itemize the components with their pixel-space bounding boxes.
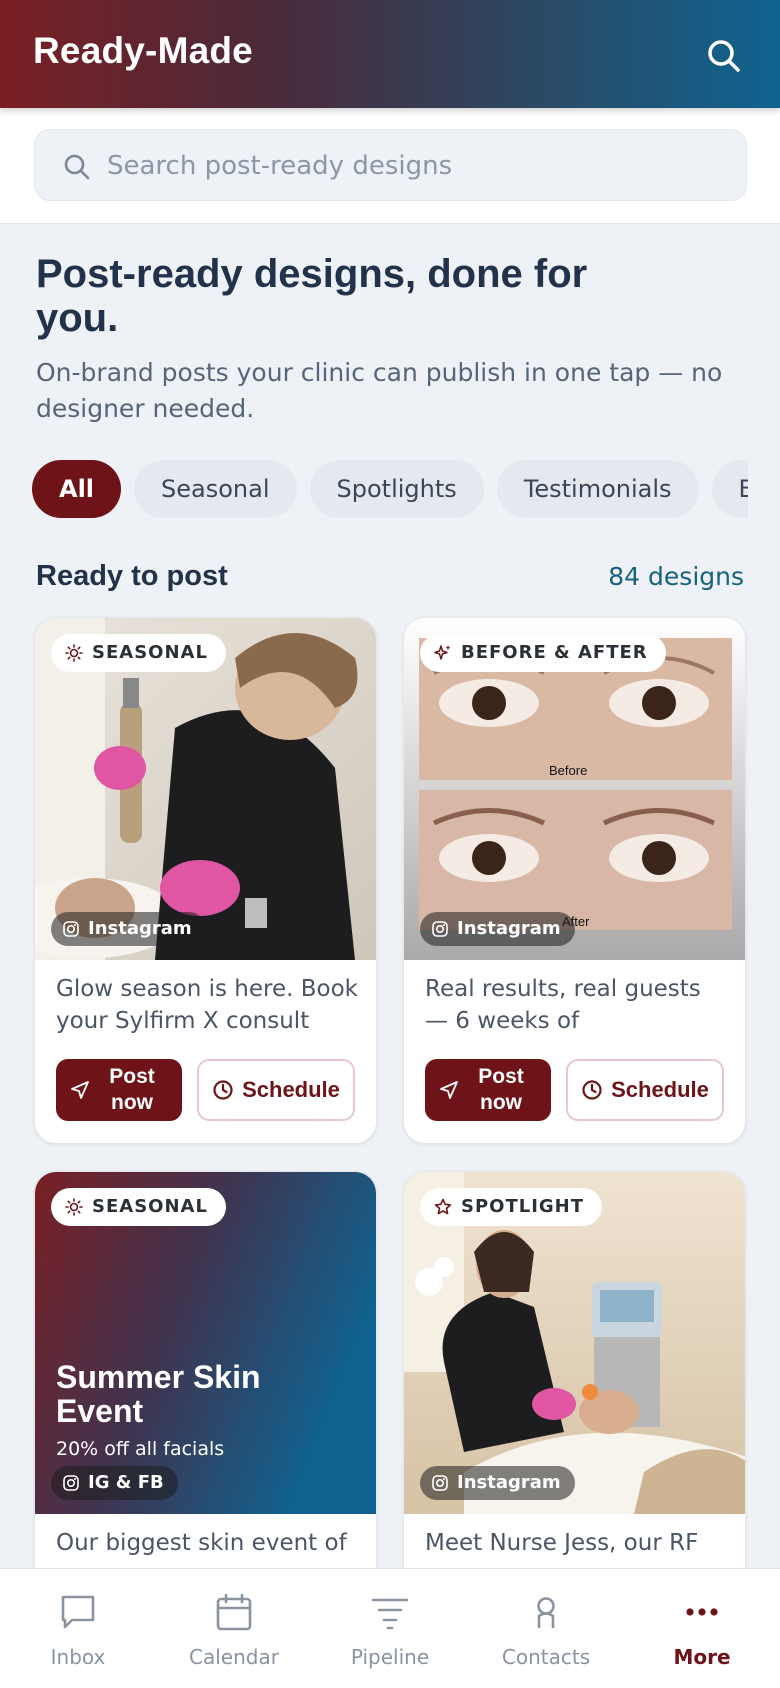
card-caption: Real results, real guests — 6 weeks of M… (425, 976, 701, 1034)
header-search-button[interactable] (704, 36, 744, 76)
app-title: Ready-Made (33, 30, 253, 71)
nav-label: Pipeline (350, 1645, 430, 1669)
send-icon (440, 1081, 458, 1099)
chip-spotlights[interactable]: Spotlights (309, 460, 484, 518)
category-badge: BEFORE & AFTER (420, 634, 666, 672)
card-image: SEASONAL Instagram (35, 618, 376, 960)
card-caption: Our biggest skin event of (56, 1530, 347, 1556)
category-badge: SPOTLIGHT (420, 1188, 603, 1226)
star-icon (434, 1198, 452, 1215)
bottom-nav: Inbox Calendar Pipeline Contacts More (0, 1568, 780, 1688)
card-image: SPOTLIGHT Instagram (404, 1172, 745, 1514)
schedule-label: Schedule (242, 1077, 340, 1102)
sun-icon (65, 644, 83, 662)
promo-subtitle: 20% off all facials (56, 1438, 225, 1460)
filter-icon (371, 1598, 409, 1630)
badge-label: SEASONAL (92, 642, 208, 663)
badge-label: SEASONAL (92, 1196, 208, 1217)
sun-icon (65, 1198, 83, 1216)
post-now-button[interactable]: Post now (425, 1059, 551, 1121)
design-card[interactable]: SEASONAL Instagram Glow season is here. … (34, 617, 377, 1144)
post-now-label: Post now (109, 1065, 155, 1114)
platform-label: Instagram (457, 1472, 561, 1493)
nav-inbox[interactable]: Inbox (0, 1569, 156, 1688)
nav-label: Inbox (50, 1645, 106, 1669)
search-input[interactable] (107, 142, 707, 190)
nav-more[interactable]: More (624, 1569, 780, 1688)
chip-testimonials[interactable]: Testimonials (496, 460, 699, 518)
search-icon (64, 154, 90, 180)
search-bar-container (0, 108, 780, 224)
more-icon (686, 1608, 718, 1616)
clock-icon (582, 1080, 602, 1100)
nav-pipeline[interactable]: Pipeline (312, 1569, 468, 1688)
badge-label: BEFORE & AFTER (461, 642, 648, 663)
page-subtitle: On-brand posts your clinic can publish i… (36, 358, 723, 423)
calendar-icon (216, 1593, 252, 1631)
platform-tag: IG & FB (51, 1466, 178, 1500)
instagram-icon (432, 1475, 448, 1491)
filter-chips: AllSeasonalSpotlightsTestimonialsBe (32, 460, 748, 518)
platform-tag: Instagram (420, 1466, 575, 1500)
platform-tag: Instagram (420, 912, 575, 946)
schedule-label: Schedule (611, 1077, 709, 1102)
design-card[interactable]: SEASONAL Summer Skin Event 20% off all f… (34, 1171, 377, 1591)
person-icon (537, 1597, 555, 1628)
promo-title: Summer Skin Event (56, 1359, 261, 1429)
instagram-icon (432, 921, 448, 937)
card-caption: Meet Nurse Jess, our RF (425, 1530, 699, 1556)
platform-label: Instagram (457, 918, 561, 939)
schedule-button[interactable]: Schedule (566, 1059, 724, 1121)
chip-all[interactable]: All (32, 460, 122, 518)
search-box[interactable] (34, 129, 747, 201)
platform-tag: Instagram (51, 912, 206, 946)
app-header: Ready-Made (0, 0, 780, 108)
category-badge: SEASONAL (51, 1188, 226, 1226)
page-title: Post-ready designs, done for you. (36, 252, 588, 340)
post-now-button[interactable]: Post now (56, 1059, 182, 1121)
search-icon (708, 40, 740, 72)
nav-calendar[interactable]: Calendar (156, 1569, 312, 1688)
clock-icon (213, 1080, 233, 1100)
category-badge: SEASONAL (51, 634, 226, 672)
schedule-button[interactable]: Schedule (197, 1059, 355, 1121)
chip-seasonal[interactable]: Seasonal (134, 460, 297, 518)
chat-icon (61, 1595, 95, 1629)
card-caption: Glow season is here. Book your Sylfirm X… (56, 976, 358, 1034)
chip-before-after[interactable]: Be (711, 460, 748, 518)
nav-label: Calendar (189, 1645, 279, 1669)
design-card[interactable]: Before After BEFORE & AFTER Instagram Re… (403, 617, 746, 1144)
platform-label: Instagram (88, 918, 192, 939)
card-image: SEASONAL Summer Skin Event 20% off all f… (35, 1172, 376, 1514)
nav-label: Contacts (501, 1645, 591, 1669)
design-card[interactable]: SPOTLIGHT Instagram Meet Nurse Jess, our… (403, 1171, 746, 1591)
design-count-link[interactable]: 84 designs (608, 562, 744, 591)
instagram-icon (63, 1475, 79, 1491)
before-label: Before (549, 763, 587, 778)
section-title: Ready to post (36, 560, 228, 592)
card-image: Before After BEFORE & AFTER Instagram (404, 618, 745, 960)
instagram-icon (63, 921, 79, 937)
nav-contacts[interactable]: Contacts (468, 1569, 624, 1688)
post-now-label: Post now (478, 1065, 524, 1114)
badge-label: SPOTLIGHT (461, 1196, 585, 1217)
send-icon (71, 1081, 89, 1099)
platform-label: IG & FB (88, 1472, 164, 1493)
sparkle-icon (434, 645, 451, 660)
nav-label: More (673, 1645, 731, 1669)
